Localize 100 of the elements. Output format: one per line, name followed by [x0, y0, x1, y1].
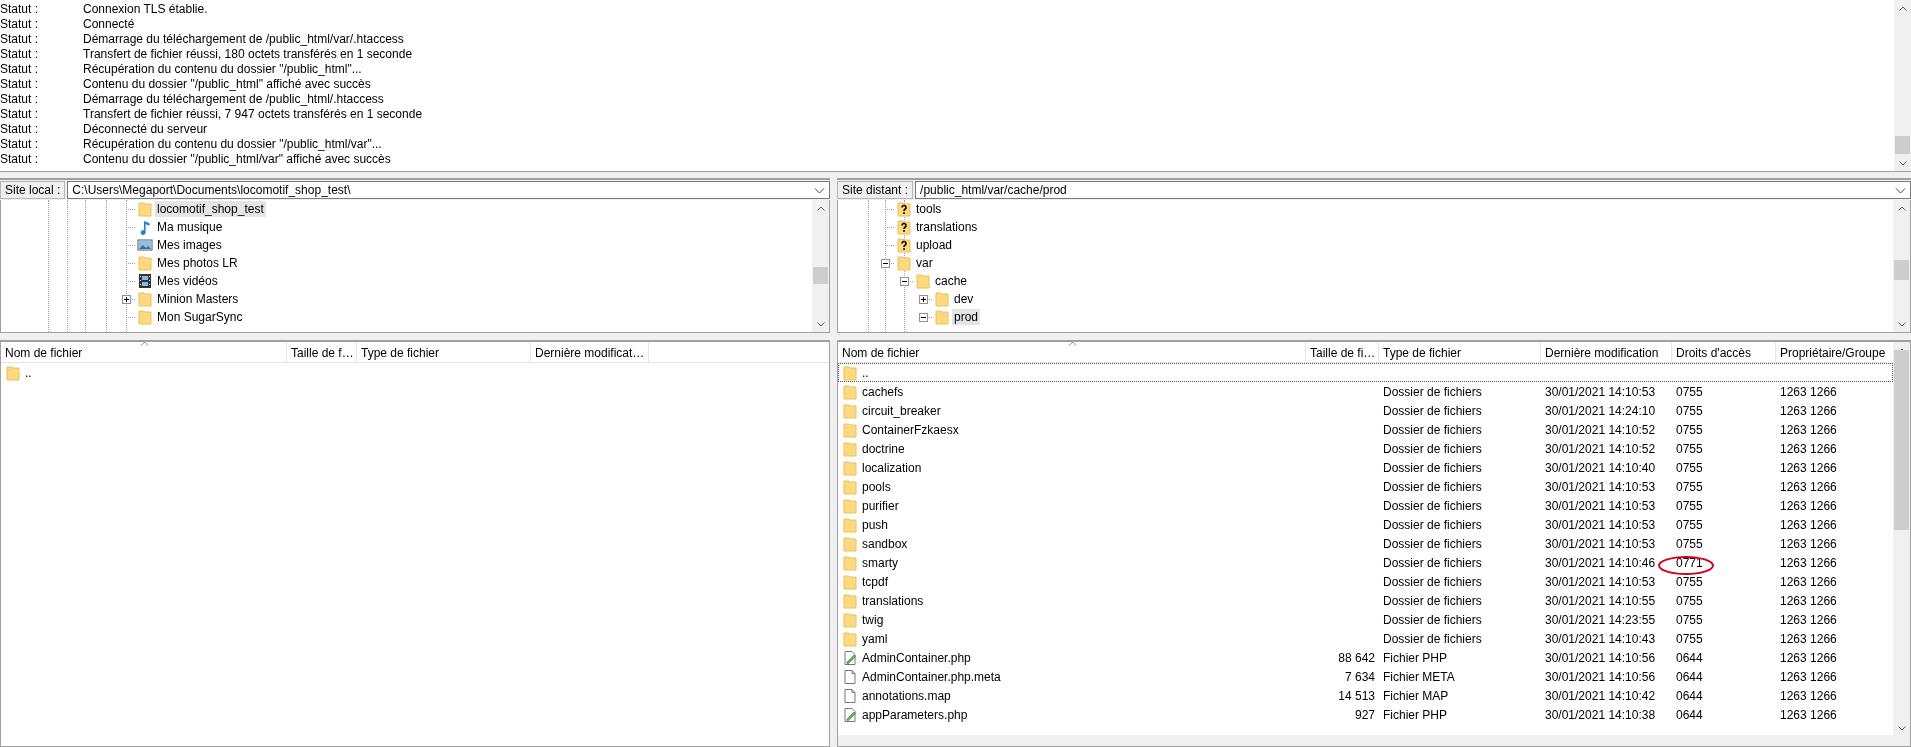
tree-item[interactable]: Ma musique [155, 219, 225, 235]
file-name[interactable]: smarty [862, 555, 898, 570]
scroll-thumb[interactable] [1894, 260, 1909, 280]
script-file-icon [842, 649, 858, 666]
file-name[interactable]: yaml [862, 631, 888, 646]
chevron-down-icon [1897, 160, 1908, 167]
table-cell: 0644 [1676, 707, 1703, 722]
path-dropdown[interactable]: /public_html/var/cache/prod [915, 181, 1911, 199]
folder-icon [934, 291, 950, 307]
column-header[interactable]: Nom de fichier [838, 342, 1306, 362]
table-cell: 7 634 [1344, 669, 1375, 684]
log-message: Contenu du dossier "/public_html/var" affiché avec succès [83, 152, 391, 167]
table-cell: 1263 1266 [1780, 555, 1837, 570]
table-cell: 0644 [1676, 688, 1703, 703]
tree-item[interactable]: Minion Masters [155, 291, 241, 307]
tree-item[interactable]: dev [952, 291, 976, 307]
tree-item[interactable]: translations [914, 219, 980, 235]
unknown-folder-icon [896, 237, 912, 253]
table-cell: 1263 1266 [1780, 479, 1837, 494]
minus-box-icon[interactable] [899, 276, 909, 286]
table-cell: 0755 [1676, 441, 1703, 456]
tree-item[interactable]: tools [914, 201, 944, 217]
file-name[interactable]: translations [862, 593, 924, 608]
film-icon [137, 273, 153, 289]
image-icon [137, 237, 153, 253]
log-label: Statut : [0, 137, 40, 152]
folder-icon [934, 309, 950, 325]
file-name[interactable]: annotations.map [862, 688, 951, 703]
table-cell: 0771 [1676, 555, 1703, 570]
tree-item[interactable]: prod [952, 309, 981, 325]
table-cell: 0644 [1676, 650, 1703, 665]
log-message: Transfert de fichier réussi, 7 947 octets transférés en 1 seconde [83, 107, 423, 122]
column-header[interactable]: Dernière modification [1541, 342, 1672, 362]
file-name[interactable]: .. [862, 365, 869, 380]
tree-item[interactable]: cache [933, 273, 970, 289]
table-cell: 0755 [1676, 384, 1703, 399]
scrollbar[interactable] [812, 200, 829, 332]
tree-item[interactable]: upload [914, 237, 955, 253]
column-header[interactable]: Dernière modificat… [531, 342, 649, 362]
file-name[interactable]: tcpdf [862, 574, 888, 589]
file-name[interactable]: cachefs [862, 384, 904, 399]
sort-caret-icon [139, 342, 149, 347]
scrollbar[interactable] [1893, 342, 1910, 736]
scroll-thumb[interactable] [813, 267, 828, 284]
scrollbar[interactable] [1894, 0, 1911, 171]
table-cell: 30/01/2021 14:24:10 [1545, 403, 1656, 418]
tree-item[interactable]: locomotif_shop_test [155, 201, 266, 217]
scroll-thumb[interactable] [1894, 350, 1909, 530]
table-cell: Dossier de fichiers [1383, 612, 1482, 627]
tree-item[interactable]: Mes images [155, 237, 224, 253]
tree-item[interactable]: Mon SugarSync [155, 309, 245, 325]
column-header[interactable]: Taille de f… [287, 342, 357, 362]
folder-icon [842, 364, 858, 381]
tree-item[interactable]: var [914, 255, 935, 271]
table-cell: Dossier de fichiers [1383, 631, 1482, 646]
file-name[interactable]: doctrine [862, 441, 905, 456]
file-name[interactable]: sandbox [862, 536, 908, 551]
file-name[interactable]: purifier [862, 498, 899, 513]
column-header[interactable]: Nom de fichier [1, 342, 287, 362]
table-cell: 1263 1266 [1780, 707, 1837, 722]
file-name[interactable]: appParameters.php [862, 707, 968, 722]
log-message: Récupération du contenu du dossier "/public_html"... [83, 62, 362, 77]
table-cell: 1263 1266 [1780, 441, 1837, 456]
minus-box-icon[interactable] [880, 258, 890, 268]
column-header[interactable]: Taille de fi… [1306, 342, 1379, 362]
log-message: Récupération du contenu du dossier "/public_html/var"... [83, 137, 382, 152]
file-name[interactable]: .. [25, 365, 32, 380]
horizontal-scrollbar[interactable] [838, 735, 1910, 746]
path-dropdown[interactable]: C:\Users\Megaport\Documents\locomotif_shop_test\ [67, 181, 830, 199]
minus-box-icon[interactable] [918, 312, 928, 322]
folder-icon [896, 255, 912, 271]
table-cell: 30/01/2021 14:10:53 [1545, 479, 1656, 494]
scroll-thumb[interactable] [1895, 136, 1910, 154]
scrollbar[interactable] [1893, 200, 1910, 332]
tree-item[interactable]: Mes vidéos [155, 273, 220, 289]
file-name[interactable]: pools [862, 479, 891, 494]
table-cell: 30/01/2021 14:10:53 [1545, 536, 1656, 551]
tree-item[interactable]: Mes photos LR [155, 255, 240, 271]
table-cell: 1263 1266 [1780, 517, 1837, 532]
table-cell: Dossier de fichiers [1383, 479, 1482, 494]
chevron-up-icon [1897, 5, 1908, 12]
table-cell: 30/01/2021 14:10:56 [1545, 669, 1656, 684]
file-name[interactable]: twig [862, 612, 884, 627]
column-header[interactable]: Type de fichier [1379, 342, 1541, 362]
folder-icon [842, 440, 858, 457]
file-name[interactable]: AdminContainer.php [862, 650, 971, 665]
column-header[interactable]: Droits d'accès [1672, 342, 1776, 362]
file-name[interactable]: AdminContainer.php.meta [862, 669, 1001, 684]
file-name[interactable]: localization [862, 460, 922, 475]
column-header[interactable]: Type de fichier [357, 342, 531, 362]
table-cell: 30/01/2021 14:10:53 [1545, 574, 1656, 589]
plus-box-icon[interactable] [121, 294, 131, 304]
table-cell: 30/01/2021 14:10:52 [1545, 441, 1656, 456]
table-cell: Dossier de fichiers [1383, 422, 1482, 437]
file-name[interactable]: push [862, 517, 889, 532]
plus-box-icon[interactable] [918, 294, 928, 304]
folder-icon [842, 592, 858, 609]
file-name[interactable]: ContainerFzkaesx [862, 422, 959, 437]
log-message: Transfert de fichier réussi, 180 octets transférés en 1 seconde [83, 47, 413, 62]
file-name[interactable]: circuit_breaker [862, 403, 941, 418]
